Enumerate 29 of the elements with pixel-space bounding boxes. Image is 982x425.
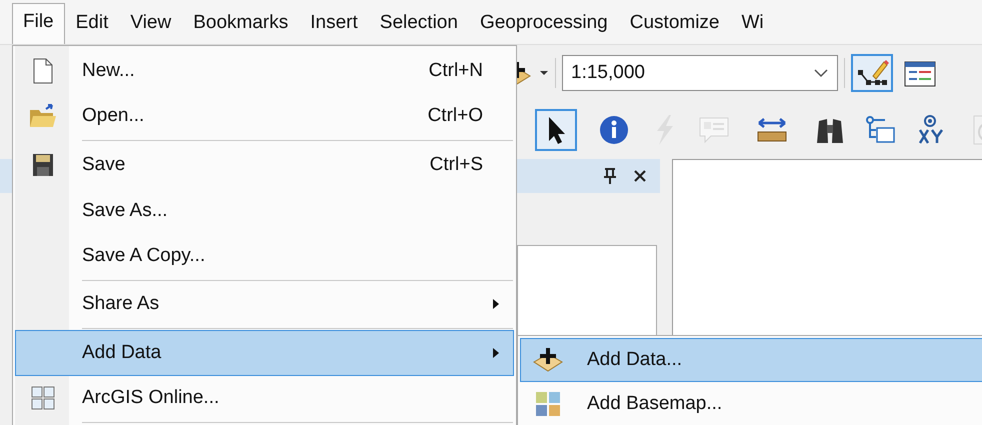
- menu-item[interactable]: Add Basemap...: [520, 382, 982, 425]
- pin-icon[interactable]: [602, 167, 618, 185]
- menu-item[interactable]: Add Data...: [520, 338, 982, 382]
- menu-bar-item[interactable]: View: [119, 4, 182, 44]
- menu-item[interactable]: New... Ctrl+N: [15, 48, 514, 94]
- menu-bar-item[interactable]: Wi: [730, 4, 775, 44]
- grid-icon: [30, 385, 56, 411]
- menu-bar-item[interactable]: Bookmarks: [182, 4, 300, 44]
- document-icon: [32, 57, 54, 85]
- edit-tool-icon[interactable]: [851, 54, 893, 92]
- submenu-arrow-icon: [491, 297, 501, 311]
- add-data-icon: [532, 346, 564, 374]
- caret-icon[interactable]: [539, 69, 549, 77]
- menu-item[interactable]: Add Data: [15, 330, 514, 376]
- menu-item[interactable]: Save Ctrl+S: [15, 142, 514, 188]
- pointer-icon[interactable]: [535, 109, 577, 151]
- scale-field[interactable]: 1:15,000: [562, 55, 838, 91]
- close-icon[interactable]: [632, 168, 648, 184]
- menu-bar-item[interactable]: Customize: [618, 4, 730, 44]
- menu-bar-item[interactable]: Geoprocessing: [468, 4, 619, 44]
- basemap-icon: [535, 391, 561, 417]
- menu-bar-item[interactable]: Selection: [368, 4, 469, 44]
- menu-bar-item[interactable]: Edit: [64, 4, 120, 44]
- submenu-arrow-icon: [491, 346, 501, 360]
- folder-icon: [28, 102, 58, 130]
- menu-bar-item[interactable]: File: [12, 3, 65, 44]
- menu-item[interactable]: Save As...: [15, 188, 514, 234]
- chevron-icon: [813, 68, 829, 78]
- menu-bar-item[interactable]: Insert: [299, 4, 369, 44]
